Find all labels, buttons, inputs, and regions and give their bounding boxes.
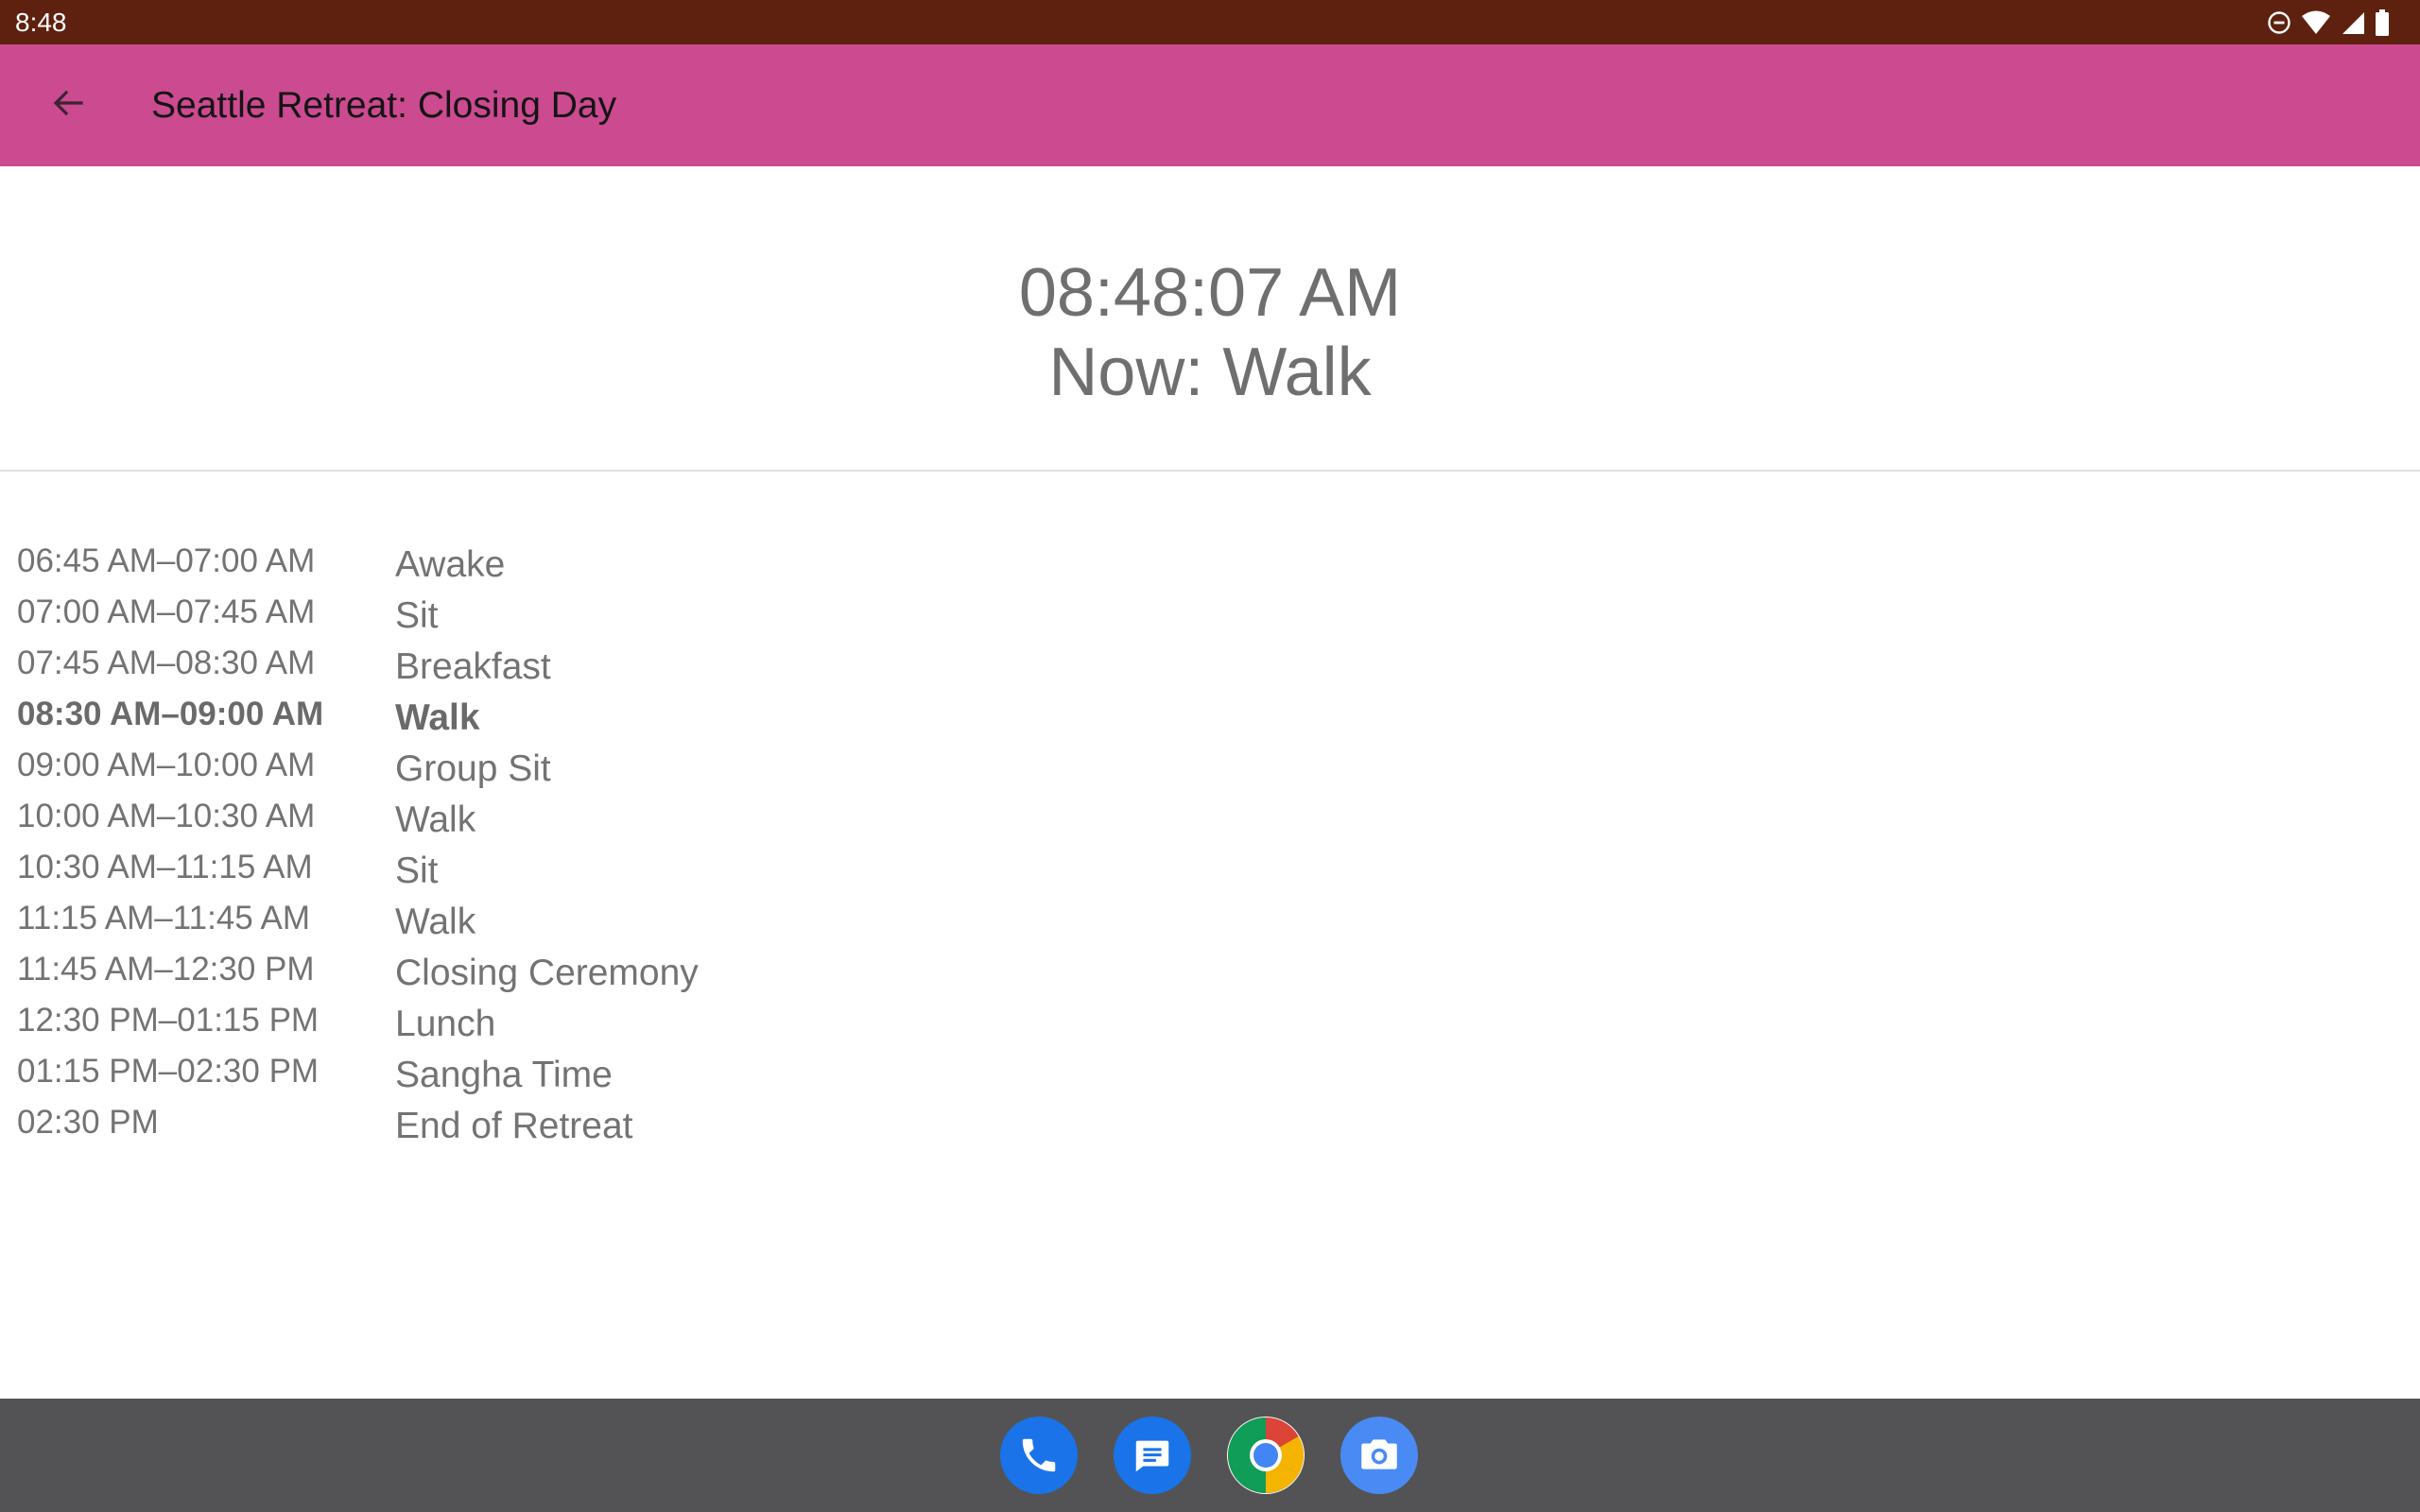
schedule-row: 10:00 AM–10:30 AM Walk bbox=[0, 792, 1134, 843]
schedule-time: 10:00 AM–10:30 AM bbox=[17, 798, 316, 834]
schedule-row: 11:15 AM–11:45 AM Walk bbox=[0, 894, 1134, 945]
back-button[interactable] bbox=[38, 75, 98, 135]
schedule-activity: End of Retreat bbox=[395, 1106, 633, 1146]
wifi-icon bbox=[2301, 10, 2331, 35]
current-activity: Now: Walk bbox=[1048, 335, 1372, 410]
schedule-row: 07:00 AM–07:45 AM Sit bbox=[0, 588, 1134, 639]
current-time: 08:48:07 AM bbox=[1018, 255, 1402, 331]
schedule-time: 11:45 AM–12:30 PM bbox=[17, 951, 315, 988]
schedule-activity: Sit bbox=[395, 595, 439, 636]
schedule-row: 12:30 PM–01:15 PM Lunch bbox=[0, 996, 1134, 1047]
schedule-row: 09:00 AM–10:00 AM Group Sit bbox=[0, 741, 1134, 792]
schedule-time: 07:00 AM–07:45 AM bbox=[17, 593, 316, 630]
do-not-disturb-icon bbox=[2267, 10, 2291, 35]
screen: 8:48 Seattle Retreat: Closing Day 08:48:… bbox=[0, 0, 2420, 1512]
schedule-activity: Group Sit bbox=[395, 748, 551, 789]
schedule-time: 10:30 AM–11:15 AM bbox=[17, 849, 313, 885]
page-title: Seattle Retreat: Closing Day bbox=[151, 85, 617, 126]
schedule-row: 07:45 AM–08:30 AM Breakfast bbox=[0, 639, 1134, 690]
schedule-activity: Sangha Time bbox=[395, 1055, 613, 1095]
schedule-row-current: 08:30 AM–09:00 AM Walk bbox=[0, 690, 1134, 741]
cell-signal-icon bbox=[2341, 10, 2365, 35]
schedule-time: 12:30 PM–01:15 PM bbox=[17, 1002, 320, 1039]
status-icons bbox=[2267, 9, 2390, 36]
schedule-activity: Walk bbox=[395, 799, 476, 840]
status-time: 8:48 bbox=[15, 8, 67, 37]
chrome-icon[interactable] bbox=[1227, 1417, 1305, 1494]
arrow-back-icon bbox=[49, 84, 87, 127]
current-status-header: 08:48:07 AM Now: Walk bbox=[0, 166, 2420, 470]
schedule-activity: Awake bbox=[395, 544, 506, 585]
schedule-activity: Sit bbox=[395, 850, 439, 891]
schedule-row: 11:45 AM–12:30 PM Closing Ceremony bbox=[0, 945, 1134, 996]
schedule-row: 02:30 PM End of Retreat bbox=[0, 1098, 1134, 1149]
dock-icons bbox=[1000, 1417, 1418, 1494]
schedule-time: 11:15 AM–11:45 AM bbox=[17, 900, 311, 936]
schedule-time: 02:30 PM bbox=[17, 1104, 159, 1141]
schedule-row: 06:45 AM–07:00 AM Awake bbox=[0, 537, 1134, 588]
status-bar: 8:48 bbox=[0, 0, 2420, 44]
app-bar: Seattle Retreat: Closing Day bbox=[0, 44, 2420, 166]
schedule-activity: Walk bbox=[395, 697, 480, 738]
messages-icon[interactable] bbox=[1114, 1417, 1191, 1494]
schedule-row: 10:30 AM–11:15 AM Sit bbox=[0, 843, 1134, 894]
schedule-activity: Breakfast bbox=[395, 646, 551, 687]
schedule-time: 07:45 AM–08:30 AM bbox=[17, 644, 316, 681]
divider bbox=[0, 470, 2420, 472]
schedule-activity: Closing Ceremony bbox=[395, 953, 699, 993]
battery-icon bbox=[2375, 9, 2390, 36]
schedule-activity: Lunch bbox=[395, 1004, 496, 1044]
schedule-time: 08:30 AM–09:00 AM bbox=[17, 696, 324, 732]
schedule-row: 01:15 PM–02:30 PM Sangha Time bbox=[0, 1047, 1134, 1098]
camera-icon[interactable] bbox=[1340, 1417, 1418, 1494]
schedule-time: 09:00 AM–10:00 AM bbox=[17, 747, 316, 783]
schedule-time: 01:15 PM–02:30 PM bbox=[17, 1053, 320, 1090]
schedule-time: 06:45 AM–07:00 AM bbox=[17, 542, 316, 579]
phone-icon[interactable] bbox=[1000, 1417, 1078, 1494]
schedule-activity: Walk bbox=[395, 902, 476, 942]
schedule-list: 06:45 AM–07:00 AM Awake 07:00 AM–07:45 AM S… bbox=[0, 537, 1134, 1149]
dock-bar bbox=[0, 1399, 2420, 1512]
